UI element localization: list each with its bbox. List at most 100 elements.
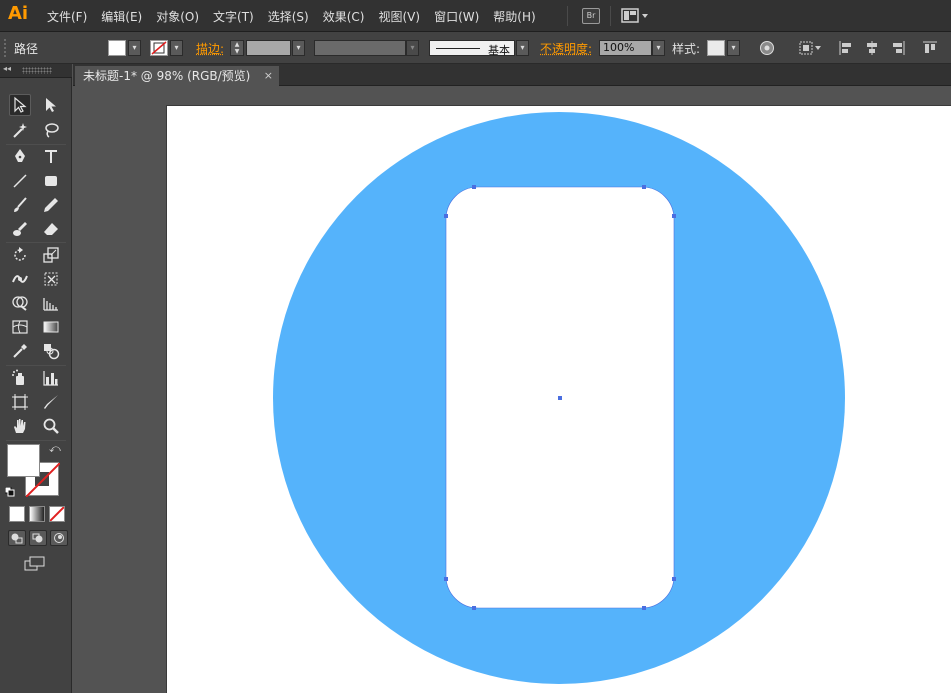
stroke-color-swatch[interactable] <box>150 40 168 56</box>
pen-tool[interactable] <box>9 145 31 167</box>
menu-separator <box>567 6 568 26</box>
graphic-style-swatch[interactable] <box>707 40 725 56</box>
stroke-dropdown[interactable]: ▾ <box>170 40 183 56</box>
control-bar: 路径 ▾ ▾ 描边: ▲ ▼ ▾ ▾ 基本 ▾ 不透明度: 100% ▾ 样式:… <box>0 32 951 64</box>
shape-builder-tool[interactable] <box>9 292 31 314</box>
align-right-icon[interactable] <box>890 40 906 56</box>
graphic-style-dropdown[interactable]: ▾ <box>727 40 740 56</box>
menu-window[interactable]: 窗口(W) <box>434 8 479 25</box>
blend-icon <box>44 344 60 360</box>
eraser-tool[interactable] <box>40 218 62 240</box>
blend-tool[interactable] <box>40 340 62 362</box>
gradient-mode-button[interactable] <box>29 506 45 522</box>
close-tab-icon[interactable]: × <box>264 66 273 86</box>
tools-panel-grip[interactable] <box>22 67 52 74</box>
rotate-tool[interactable] <box>9 244 31 266</box>
free-transform-tool[interactable] <box>40 268 62 290</box>
anchor-point[interactable] <box>472 185 476 189</box>
brush-dropdown[interactable]: ▾ <box>516 40 529 56</box>
anchor-point[interactable] <box>444 214 448 218</box>
align-center-icon[interactable] <box>864 40 880 56</box>
anchor-point[interactable] <box>444 577 448 581</box>
variable-width-dropdown[interactable]: ▾ <box>406 40 419 56</box>
paintbrush-tool[interactable] <box>9 194 31 216</box>
app-logo: Ai <box>8 3 29 24</box>
menu-edit[interactable]: 编辑(E) <box>101 8 142 25</box>
default-fill-stroke-icon[interactable] <box>4 486 15 497</box>
menu-object[interactable]: 对象(O) <box>156 8 199 25</box>
rectangle-tool[interactable] <box>40 170 62 192</box>
opacity-field[interactable]: 100% <box>599 40 652 56</box>
brush-name: 基本 <box>488 44 510 57</box>
document-tab-title: 未标题-1* @ 98% (RGB/预览) <box>83 69 251 83</box>
anchor-point[interactable] <box>672 577 676 581</box>
draw-inside-button[interactable] <box>50 530 68 546</box>
width-tool-icon <box>12 275 28 283</box>
bridge-button[interactable]: Br <box>582 8 600 24</box>
fill-dropdown[interactable]: ▾ <box>128 40 141 56</box>
mesh-tool[interactable] <box>9 316 31 338</box>
tool-separator <box>6 365 66 366</box>
menu-effect[interactable]: 效果(C) <box>323 8 365 25</box>
variable-width-profile[interactable] <box>314 40 406 56</box>
fill-swatch[interactable] <box>7 444 40 477</box>
fill-color-swatch[interactable] <box>108 40 126 56</box>
draw-normal-button[interactable] <box>8 530 26 546</box>
anchor-point[interactable] <box>672 214 676 218</box>
symbol-sprayer-tool[interactable] <box>9 367 31 389</box>
workspace-switcher-button[interactable] <box>620 6 654 26</box>
pencil-tool[interactable] <box>40 194 62 216</box>
menu-help[interactable]: 帮助(H) <box>493 8 535 25</box>
slice-tool[interactable] <box>40 391 62 413</box>
anchor-point[interactable] <box>642 606 646 610</box>
color-mode-button[interactable] <box>9 506 25 522</box>
hand-tool[interactable] <box>9 415 31 437</box>
draw-behind-button[interactable] <box>29 530 47 546</box>
document-tab[interactable]: 未标题-1* @ 98% (RGB/预览) × <box>75 66 279 86</box>
collapse-panel-icon[interactable]: ◂◂ <box>3 64 11 73</box>
scale-tool[interactable] <box>40 244 62 266</box>
recolor-artwork-icon[interactable] <box>759 40 775 56</box>
panel-grip[interactable] <box>3 38 7 58</box>
artwork-layer[interactable] <box>73 87 951 693</box>
menu-file[interactable]: 文件(F) <box>47 8 87 25</box>
direct-selection-tool[interactable] <box>40 94 62 116</box>
none-stroke-icon <box>151 41 167 55</box>
column-graph-tool[interactable] <box>40 367 62 389</box>
eyedropper-tool[interactable] <box>9 340 31 362</box>
none-mode-button[interactable] <box>49 506 65 522</box>
center-point[interactable] <box>558 396 562 400</box>
stroke-weight-stepper[interactable]: ▲ ▼ <box>230 40 244 56</box>
menu-view[interactable]: 视图(V) <box>378 8 420 25</box>
artboard-tool[interactable] <box>9 391 31 413</box>
menu-type[interactable]: 文字(T) <box>213 8 254 25</box>
selection-tool[interactable] <box>9 94 31 116</box>
anchor-point[interactable] <box>642 185 646 189</box>
opacity-dropdown[interactable]: ▾ <box>652 40 665 56</box>
line-tool[interactable] <box>9 170 31 192</box>
zoom-tool[interactable] <box>40 415 62 437</box>
menu-select[interactable]: 选择(S) <box>268 8 309 25</box>
stroke-weight-field[interactable] <box>246 40 291 56</box>
stroke-label[interactable]: 描边: <box>196 40 224 57</box>
lasso-tool[interactable] <box>40 119 62 141</box>
stepper-down-icon[interactable]: ▼ <box>231 48 243 55</box>
isolate-group-icon[interactable] <box>799 40 821 56</box>
opacity-label[interactable]: 不透明度: <box>540 40 592 57</box>
perspective-grid-tool[interactable] <box>40 292 62 314</box>
stroke-weight-dropdown[interactable]: ▾ <box>292 40 305 56</box>
type-tool[interactable] <box>40 145 62 167</box>
blob-brush-tool[interactable] <box>9 218 31 240</box>
menu-separator <box>610 6 611 26</box>
screen-mode-button[interactable] <box>24 556 46 572</box>
align-top-icon[interactable] <box>922 40 938 56</box>
gradient-tool[interactable] <box>40 316 62 338</box>
anchor-point[interactable] <box>472 606 476 610</box>
width-tool[interactable] <box>9 268 31 290</box>
canvas-area[interactable] <box>73 87 951 693</box>
magic-wand-tool[interactable] <box>9 119 31 141</box>
align-left-icon[interactable] <box>838 40 854 56</box>
stepper-up-icon[interactable]: ▲ <box>231 41 243 48</box>
brush-definition[interactable]: 基本 <box>429 40 515 57</box>
swap-fill-stroke-icon[interactable]: ⤺ <box>49 442 61 456</box>
